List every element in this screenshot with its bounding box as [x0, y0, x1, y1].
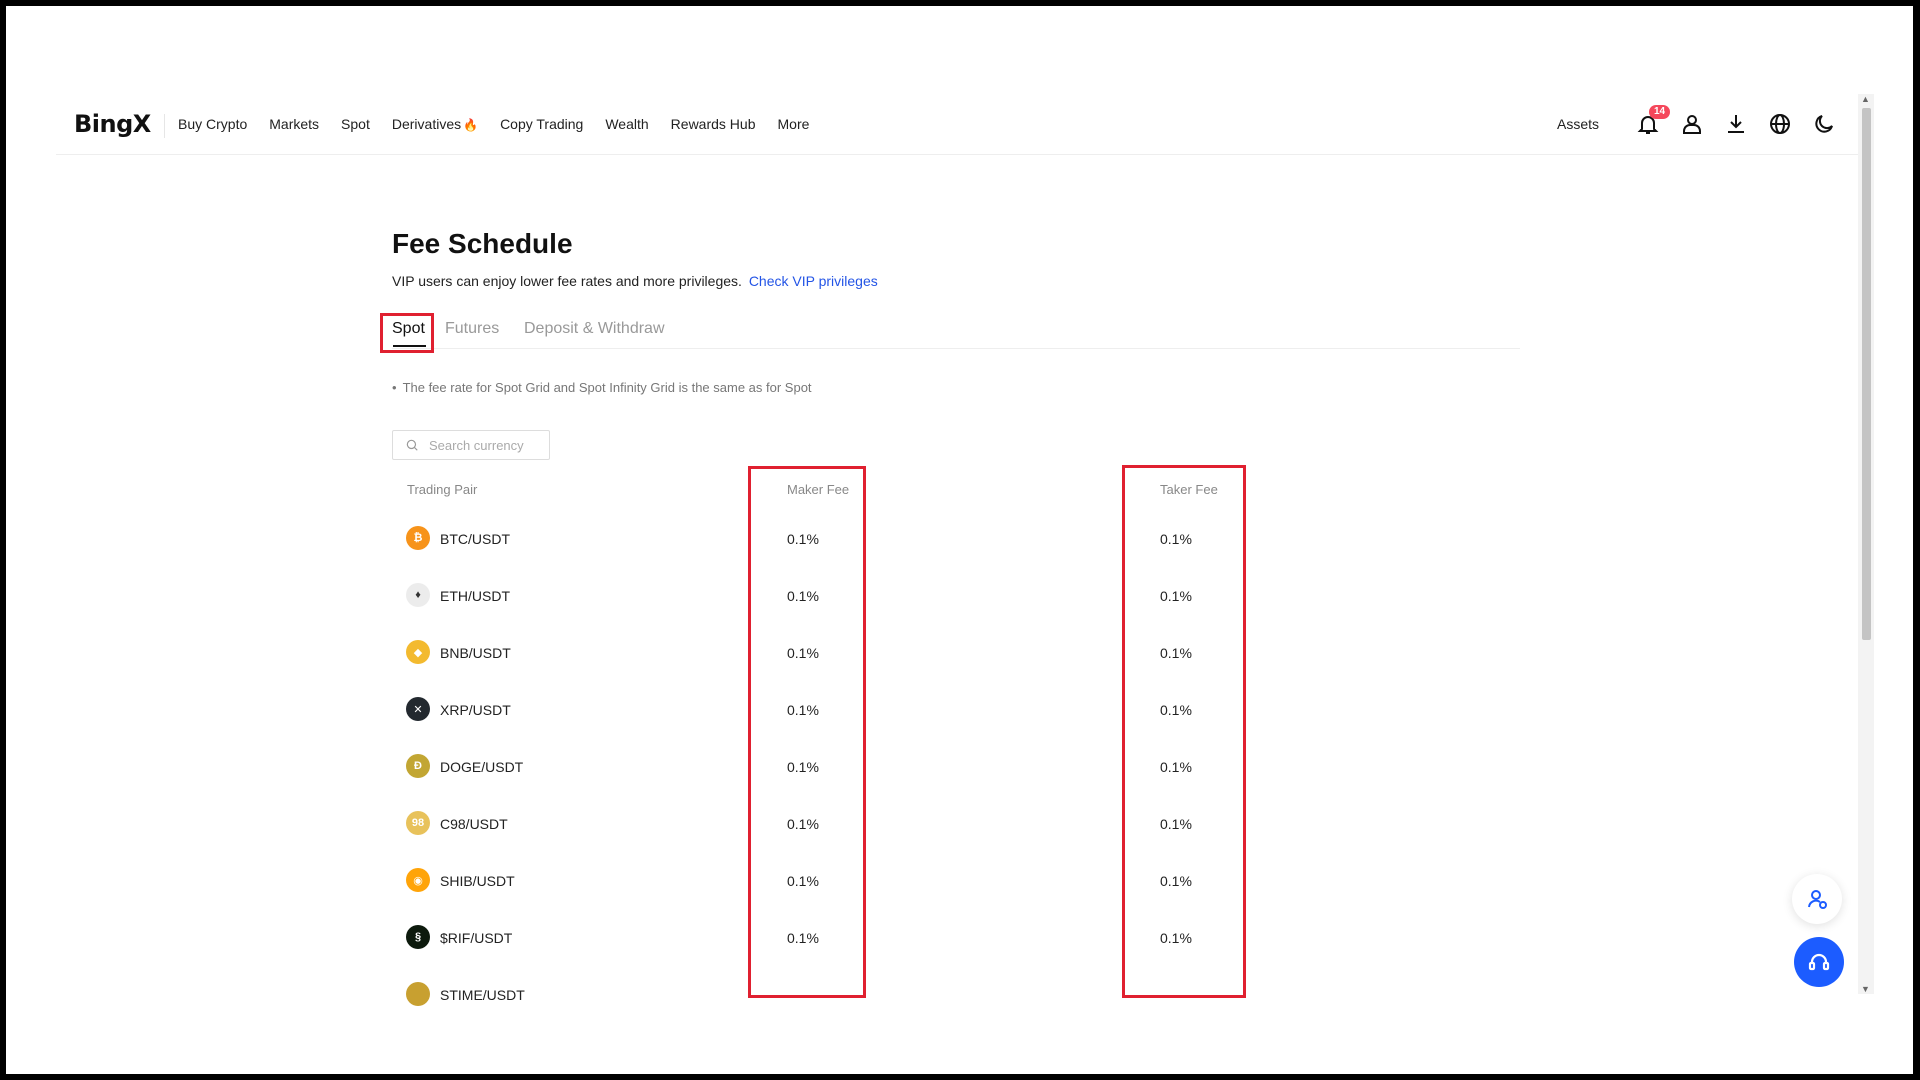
scroll-down-arrow-icon[interactable]: ▼: [1861, 984, 1870, 994]
table-row[interactable]: ₿ BTC/USDT 0.1% 0.1%: [392, 518, 1292, 575]
browser-viewport: BingX Buy Crypto Markets Spot Derivative…: [6, 6, 1913, 1074]
maker-fee-value: 0.1%: [787, 759, 819, 775]
trading-pair-name: SHIB/USDT: [440, 873, 515, 889]
nav-spot[interactable]: Spot: [341, 116, 370, 132]
bell-icon[interactable]: 14: [1635, 105, 1671, 137]
nav-derivatives[interactable]: Derivatives 🔥: [392, 116, 478, 132]
check-vip-privileges-link[interactable]: Check VIP privileges: [749, 273, 878, 289]
trading-pair-name: XRP/USDT: [440, 702, 511, 718]
assets-link[interactable]: Assets: [1557, 116, 1599, 132]
nav-wealth[interactable]: Wealth: [605, 116, 648, 132]
maker-fee-value: 0.1%: [787, 588, 819, 604]
fee-note-text: The fee rate for Spot Grid and Spot Infi…: [402, 380, 812, 395]
trading-pair-name: C98/USDT: [440, 816, 508, 832]
taker-fee-value: 0.1%: [1160, 759, 1192, 775]
search-currency-input[interactable]: [427, 436, 541, 454]
nav-buy-crypto[interactable]: Buy Crypto: [178, 116, 247, 132]
table-row[interactable]: ♦ ETH/USDT 0.1% 0.1%: [392, 575, 1292, 632]
header-actions: Assets 14: [1557, 94, 1837, 154]
coin-icon: ₿: [406, 526, 430, 550]
logo-divider: [164, 114, 165, 138]
trading-pair-name: DOGE/USDT: [440, 759, 524, 775]
coin-icon: §: [406, 925, 430, 949]
coin-icon: Ð: [406, 754, 430, 778]
profile-assistant-button[interactable]: [1792, 874, 1842, 924]
taker-fee-value: 0.1%: [1160, 816, 1192, 832]
coin-icon: ♦: [406, 583, 430, 607]
tab-futures[interactable]: Futures: [445, 320, 499, 338]
spot-tab-highlight-box: [380, 313, 434, 353]
taker-fee-value: 0.1%: [1160, 930, 1192, 946]
table-row[interactable]: STIME/USDT: [392, 974, 1292, 1031]
top-navigation-bar: BingX Buy Crypto Markets Spot Derivative…: [56, 94, 1859, 155]
globe-icon[interactable]: [1767, 111, 1793, 137]
trading-pair-name: ETH/USDT: [440, 588, 510, 604]
trading-pair-name: BNB/USDT: [440, 645, 511, 661]
bingx-logo[interactable]: BingX: [74, 110, 151, 138]
moon-icon[interactable]: [1811, 111, 1837, 137]
user-icon[interactable]: [1679, 111, 1705, 137]
nav-copy-trading[interactable]: Copy Trading: [500, 116, 583, 132]
nav-derivatives-label: Derivatives: [391, 116, 462, 132]
user-support-icon: [1808, 890, 1827, 909]
table-row[interactable]: ◉ SHIB/USDT 0.1% 0.1%: [392, 860, 1292, 917]
taker-fee-value: 0.1%: [1160, 702, 1192, 718]
fee-note: • The fee rate for Spot Grid and Spot Inf…: [392, 380, 812, 395]
customer-support-button[interactable]: [1794, 937, 1844, 987]
coin-icon: ◆: [406, 640, 430, 664]
column-header-trading-pair: Trading Pair: [407, 482, 478, 497]
main-nav: Buy Crypto Markets Spot Derivatives 🔥 Cop…: [178, 94, 831, 154]
bullet-icon: •: [392, 380, 397, 395]
maker-fee-value: 0.1%: [787, 531, 819, 547]
table-row[interactable]: ◆ BNB/USDT 0.1% 0.1%: [392, 632, 1292, 689]
page-scrollbar[interactable]: ▲ ▼: [1858, 94, 1874, 994]
notification-badge: 14: [1649, 105, 1671, 119]
scrollbar-thumb[interactable]: [1862, 108, 1871, 640]
table-row[interactable]: Ð DOGE/USDT 0.1% 0.1%: [392, 746, 1292, 803]
taker-fee-value: 0.1%: [1160, 873, 1192, 889]
column-header-maker-fee: Maker Fee: [787, 482, 850, 497]
headset-icon: [1808, 953, 1830, 971]
page-subtitle: VIP users can enjoy lower fee rates and …: [392, 273, 878, 289]
tab-deposit-withdraw[interactable]: Deposit & Withdraw: [524, 320, 665, 338]
taker-fee-value: 0.1%: [1160, 531, 1192, 547]
subtitle-text: VIP users can enjoy lower fee rates and …: [392, 273, 742, 289]
maker-fee-value: 0.1%: [787, 930, 819, 946]
nav-more[interactable]: More: [778, 116, 810, 132]
coin-icon: [406, 982, 430, 1006]
maker-fee-value: 0.1%: [787, 702, 819, 718]
download-icon[interactable]: [1723, 111, 1749, 137]
column-header-taker-fee: Taker Fee: [1160, 482, 1218, 497]
search-currency-box[interactable]: [392, 430, 550, 460]
coin-icon: ✕: [406, 697, 430, 721]
taker-fee-value: 0.1%: [1160, 588, 1192, 604]
nav-markets[interactable]: Markets: [269, 116, 319, 132]
table-row[interactable]: ✕ XRP/USDT 0.1% 0.1%: [392, 689, 1292, 746]
coin-icon: ◉: [406, 868, 430, 892]
search-icon: [406, 439, 418, 451]
scroll-up-arrow-icon[interactable]: ▲: [1861, 94, 1870, 104]
page-title: Fee Schedule: [392, 228, 573, 259]
trading-pair-name: $RIF/USDT: [440, 930, 513, 946]
maker-fee-value: 0.1%: [787, 873, 819, 889]
fee-tabs: Spot Futures Deposit & Withdraw: [380, 312, 1520, 353]
maker-fee-value: 0.1%: [787, 645, 819, 661]
trading-pair-name: STIME/USDT: [440, 987, 525, 1003]
taker-fee-value: 0.1%: [1160, 645, 1192, 661]
trading-pair-name: BTC/USDT: [440, 531, 510, 547]
maker-fee-value: 0.1%: [787, 816, 819, 832]
table-row[interactable]: § $RIF/USDT 0.1% 0.1%: [392, 917, 1292, 974]
nav-rewards-hub[interactable]: Rewards Hub: [671, 116, 756, 132]
table-row[interactable]: 98 C98/USDT 0.1% 0.1%: [392, 803, 1292, 860]
coin-icon: 98: [406, 811, 430, 835]
fire-icon: 🔥: [463, 118, 479, 132]
